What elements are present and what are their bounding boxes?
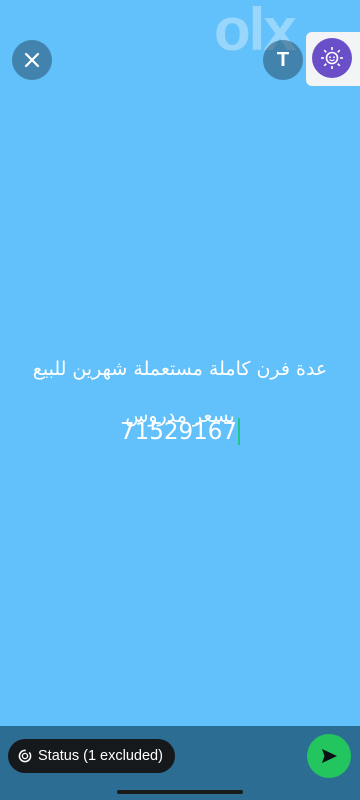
send-button[interactable] [307,734,351,778]
send-arrow-icon [322,749,337,763]
phone-number-text: 71529167 [119,418,238,445]
emoji-sticker-icon [321,47,343,69]
gesture-nav-handle[interactable] [117,790,243,794]
emoji-sticker-button[interactable] [312,38,352,78]
close-icon [24,52,40,68]
status-audience-chip[interactable]: Status (1 excluded) [8,739,175,773]
text-tool-label: T [276,49,290,71]
status-ring-icon [18,749,32,763]
status-chip-label: Status (1 excluded) [38,748,163,764]
message-line-1[interactable]: عدة فرن كاملة مستعملة شهرين للبيع [0,358,360,380]
message-line-3[interactable]: 71529167 [0,418,360,445]
text-tool-button[interactable]: T [263,40,303,80]
text-cursor [238,418,241,445]
close-button[interactable] [12,40,52,80]
